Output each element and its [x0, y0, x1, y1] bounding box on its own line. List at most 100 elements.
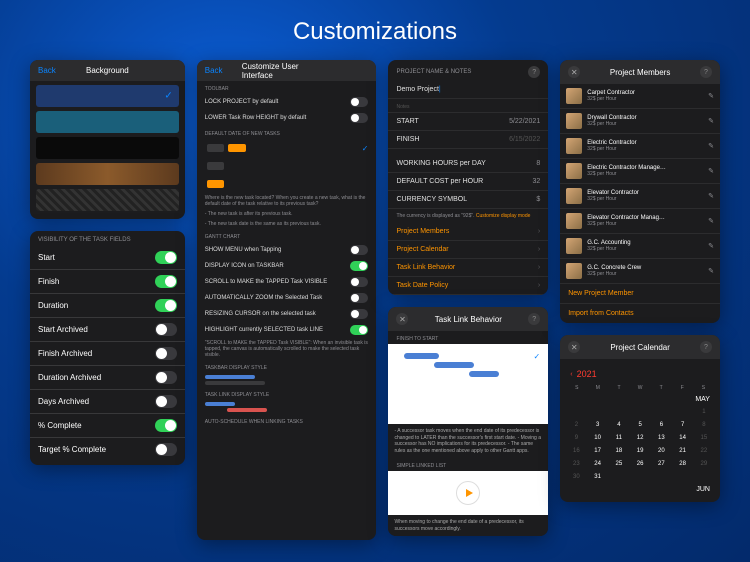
value[interactable]: 8: [536, 160, 540, 167]
calendar-day[interactable]: 20: [651, 445, 671, 457]
back-button[interactable]: Back: [205, 66, 223, 75]
style-sample[interactable]: [205, 375, 255, 379]
calendar-day[interactable]: 8: [694, 419, 714, 431]
calendar-day[interactable]: 30: [566, 471, 586, 483]
toggle[interactable]: [155, 395, 177, 408]
toggle[interactable]: [155, 443, 177, 456]
new-member-link[interactable]: New Project Member: [560, 284, 720, 304]
calendar-day[interactable]: 15: [694, 432, 714, 444]
chip[interactable]: [228, 144, 246, 152]
calendar-day[interactable]: 25: [609, 458, 629, 470]
calendar-day[interactable]: 28: [672, 458, 692, 470]
edit-icon[interactable]: ✎: [708, 167, 714, 175]
chevron-left-icon[interactable]: ‹: [570, 371, 572, 378]
background-swatch[interactable]: [36, 111, 179, 133]
help-icon[interactable]: ?: [700, 341, 712, 353]
back-button[interactable]: Back: [38, 66, 56, 75]
toggle[interactable]: [155, 275, 177, 288]
toggle[interactable]: [350, 293, 368, 303]
chip[interactable]: [207, 180, 225, 188]
style-sample[interactable]: [205, 381, 265, 385]
help-icon[interactable]: ?: [528, 66, 540, 78]
help-icon[interactable]: ?: [528, 313, 540, 325]
toggle[interactable]: [155, 371, 177, 384]
toggle[interactable]: [350, 277, 368, 287]
toggle[interactable]: [155, 299, 177, 312]
calendar-day[interactable]: 24: [587, 458, 607, 470]
member-row[interactable]: G.C. Accounting32$ per Hour✎: [560, 234, 720, 259]
project-name-input[interactable]: Demo Project|: [396, 86, 440, 93]
calendar-day[interactable]: 27: [651, 458, 671, 470]
calendar-day[interactable]: 1: [694, 406, 714, 418]
calendar-day[interactable]: 17: [587, 445, 607, 457]
background-swatch[interactable]: [36, 163, 179, 185]
notes-input[interactable]: Notes: [396, 104, 409, 107]
toggle[interactable]: [350, 309, 368, 319]
background-swatch[interactable]: [36, 137, 179, 159]
nav-link[interactable]: Task Date Policy: [388, 277, 548, 295]
calendar-day[interactable]: 7: [672, 419, 692, 431]
calendar-day[interactable]: 2: [566, 419, 586, 431]
value[interactable]: $: [536, 196, 540, 203]
calendar-day[interactable]: 31: [587, 471, 607, 483]
calendar-day[interactable]: 12: [630, 432, 650, 444]
member-row[interactable]: Elevator Contractor Manag…32$ per Hour✎: [560, 209, 720, 234]
chip[interactable]: [207, 144, 225, 152]
edit-icon[interactable]: ✎: [708, 242, 714, 250]
close-icon[interactable]: ✕: [396, 313, 408, 325]
member-row[interactable]: Drywall Contractor32$ per Hour✎: [560, 109, 720, 134]
calendar-day[interactable]: 21: [672, 445, 692, 457]
edit-icon[interactable]: ✎: [708, 92, 714, 100]
edit-icon[interactable]: ✎: [708, 117, 714, 125]
help-icon[interactable]: ?: [700, 66, 712, 78]
date-value[interactable]: 5/22/2021: [509, 118, 540, 125]
calendar-day[interactable]: 29: [694, 458, 714, 470]
toggle[interactable]: [155, 251, 177, 264]
calendar-day[interactable]: 4: [609, 419, 629, 431]
calendar-day[interactable]: 13: [651, 432, 671, 444]
calendar-day[interactable]: 5: [630, 419, 650, 431]
member-row[interactable]: Elevator Contractor32$ per Hour✎: [560, 184, 720, 209]
member-row[interactable]: Electric Contractor32$ per Hour✎: [560, 134, 720, 159]
import-link[interactable]: Import from Contacts: [560, 304, 720, 323]
calendar-day[interactable]: 14: [672, 432, 692, 444]
toggle[interactable]: [350, 97, 368, 107]
member-row[interactable]: Electric Contractor Manage…32$ per Hour✎: [560, 159, 720, 184]
calendar-day[interactable]: 16: [566, 445, 586, 457]
date-value[interactable]: 6/15/2022: [509, 136, 540, 143]
chip[interactable]: [207, 162, 225, 170]
value[interactable]: 32: [532, 178, 540, 185]
background-swatch[interactable]: ✓: [36, 85, 179, 107]
member-row[interactable]: G.C. Concrete Crew32$ per Hour✎: [560, 259, 720, 284]
calendar-day[interactable]: 18: [609, 445, 629, 457]
play-button[interactable]: [456, 481, 480, 505]
calendar-day[interactable]: 26: [630, 458, 650, 470]
calendar-day[interactable]: 11: [609, 432, 629, 444]
nav-link[interactable]: Project Calendar: [388, 241, 548, 259]
member-row[interactable]: Carpet Contractor32$ per Hour✎: [560, 84, 720, 109]
toggle[interactable]: [350, 261, 368, 271]
toggle[interactable]: [350, 325, 368, 335]
toggle[interactable]: [155, 323, 177, 336]
link[interactable]: Customize display mode: [476, 213, 530, 219]
style-sample[interactable]: [227, 408, 267, 412]
nav-link[interactable]: Task Link Behavior: [388, 259, 548, 277]
toggle[interactable]: [155, 347, 177, 360]
calendar-day[interactable]: 23: [566, 458, 586, 470]
year-value[interactable]: 2021: [577, 369, 597, 379]
close-icon[interactable]: ✕: [568, 341, 580, 353]
toggle[interactable]: [350, 113, 368, 123]
calendar-day[interactable]: 3: [587, 419, 607, 431]
edit-icon[interactable]: ✎: [708, 142, 714, 150]
toggle[interactable]: [155, 419, 177, 432]
calendar-day[interactable]: 22: [694, 445, 714, 457]
calendar-day[interactable]: 10: [587, 432, 607, 444]
nav-link[interactable]: Project Members: [388, 223, 548, 241]
calendar-day[interactable]: 19: [630, 445, 650, 457]
style-sample[interactable]: [205, 402, 235, 406]
close-icon[interactable]: ✕: [568, 66, 580, 78]
calendar-day[interactable]: 6: [651, 419, 671, 431]
background-swatch[interactable]: [36, 189, 179, 211]
toggle[interactable]: [350, 245, 368, 255]
edit-icon[interactable]: ✎: [708, 217, 714, 225]
